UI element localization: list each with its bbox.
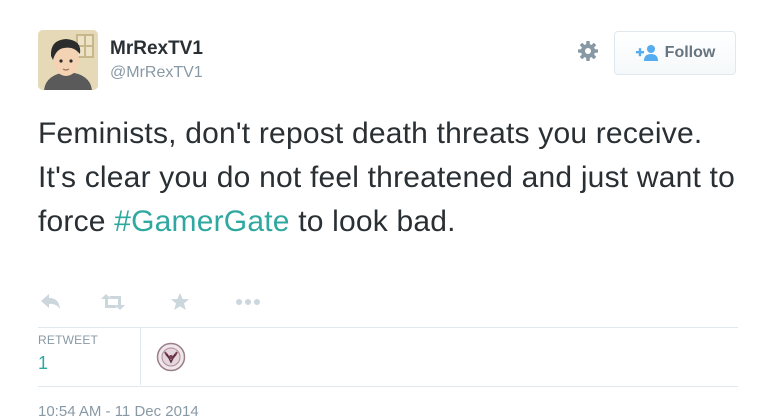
display-name[interactable]: MrRexTV1: [110, 38, 203, 60]
screen-name[interactable]: @MrRexTV1: [110, 64, 203, 82]
follow-button[interactable]: Follow: [614, 31, 736, 75]
retweet-stat-label: RETWEET: [38, 333, 99, 347]
follow-label: Follow: [664, 44, 716, 61]
avatar[interactable]: [38, 30, 98, 90]
gear-icon[interactable]: [576, 39, 600, 63]
retweet-count: 1: [38, 353, 49, 373]
retweet-icon[interactable]: [100, 291, 126, 313]
divider-bottom: [38, 386, 738, 387]
tweet-text: Feminists, don't repost death threats yo…: [38, 112, 738, 244]
tweet-text-end: to look bad.: [289, 205, 456, 238]
tweet-actions: [38, 290, 261, 314]
retweet-stat[interactable]: RETWEET 1: [38, 333, 98, 374]
reply-icon[interactable]: [38, 291, 64, 313]
retweeter-avatar[interactable]: [156, 342, 186, 372]
follow-person-icon: [635, 44, 659, 62]
favorite-icon[interactable]: [167, 291, 193, 313]
tweet-timestamp[interactable]: 10:54 AM - 11 Dec 2014: [38, 403, 199, 420]
stats-separator: [140, 328, 141, 385]
hashtag-link[interactable]: #GamerGate: [114, 205, 289, 238]
more-icon[interactable]: [235, 291, 261, 313]
divider-top: [38, 327, 738, 328]
